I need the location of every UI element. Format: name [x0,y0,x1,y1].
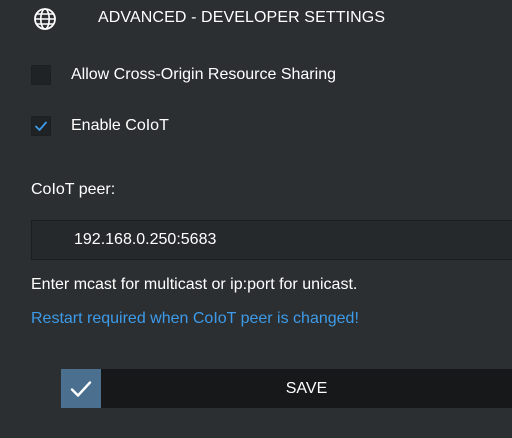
checkmark-icon [35,121,47,131]
developer-settings-page: ADVANCED - DEVELOPER SETTINGS Allow Cros… [0,0,512,438]
peer-help-text: Enter mcast for multicast or ip:port for… [31,276,358,293]
coiot-option[interactable]: Enable CoIoT [31,116,491,140]
save-button[interactable]: SAVE [61,369,512,408]
page-title: ADVANCED - DEVELOPER SETTINGS [98,9,386,26]
cors-checkbox[interactable] [31,65,51,85]
checkmark-icon [70,381,92,397]
coiot-checkbox[interactable] [31,116,51,136]
restart-warning: Restart required when CoIoT peer is chan… [31,310,359,327]
coiot-label: Enable CoIoT [71,117,169,134]
globe-icon [33,7,57,31]
save-label: SAVE [285,380,328,397]
section-header: ADVANCED - DEVELOPER SETTINGS [0,0,512,38]
coiot-peer-label: CoIoT peer: [31,181,116,198]
save-check-box[interactable] [61,369,101,408]
cors-option[interactable]: Allow Cross-Origin Resource Sharing [31,65,491,89]
coiot-peer-input[interactable] [31,220,512,260]
cors-label: Allow Cross-Origin Resource Sharing [71,66,336,83]
